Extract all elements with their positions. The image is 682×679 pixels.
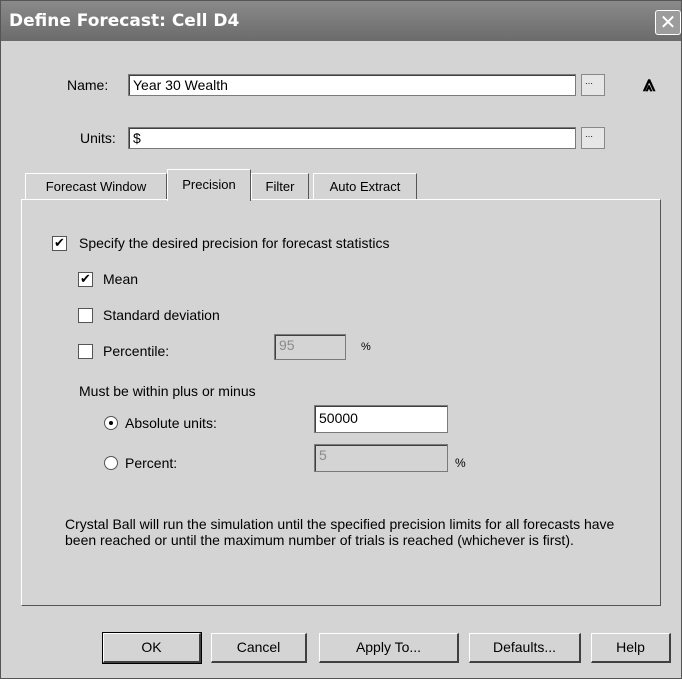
units-label: Units:: [80, 130, 116, 146]
units-input[interactable]: $: [128, 127, 576, 149]
cancel-button[interactable]: Cancel: [211, 633, 307, 663]
tab-auto-extract[interactable]: Auto Extract: [313, 173, 417, 199]
dialog-title: Define Forecast: Cell D4: [9, 11, 240, 31]
tab-forecast-window[interactable]: Forecast Window: [25, 173, 167, 199]
defaults-button[interactable]: Defaults...: [469, 633, 581, 663]
name-input[interactable]: Year 30 Wealth: [128, 74, 576, 96]
define-forecast-dialog: Define Forecast: Cell D4 ✕ Name: Year 30…: [0, 0, 682, 679]
apply-to-button[interactable]: Apply To...: [319, 633, 459, 663]
tab-filter[interactable]: Filter: [251, 173, 309, 199]
name-cell-reference-icon[interactable]: ⋯: [581, 74, 605, 96]
units-cell-reference-icon[interactable]: ⋯: [581, 127, 605, 149]
precision-panel: [21, 199, 661, 606]
help-button[interactable]: Help: [591, 633, 671, 663]
ok-button[interactable]: OK: [102, 632, 202, 664]
close-icon[interactable]: ✕: [655, 10, 681, 35]
title-bar[interactable]: Define Forecast: Cell D4 ✕: [1, 1, 681, 41]
name-label: Name:: [67, 77, 109, 93]
collapse-chevron-icon[interactable]: ⩓: [635, 71, 663, 99]
tab-precision[interactable]: Precision: [167, 169, 251, 201]
